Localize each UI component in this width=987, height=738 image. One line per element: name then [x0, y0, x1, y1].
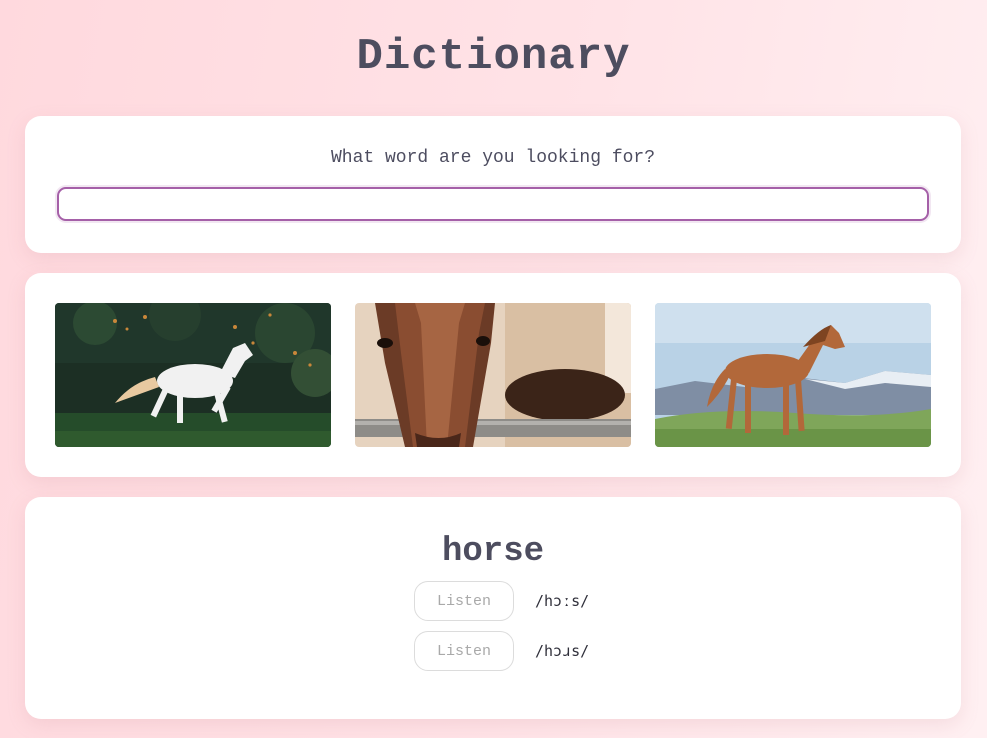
search-card: What word are you looking for?: [25, 116, 961, 253]
search-prompt: What word are you looking for?: [330, 148, 656, 168]
phonetic-text: /hɔːs/: [535, 592, 590, 610]
white-horse-photo: [55, 303, 331, 447]
page-title: Dictionary: [356, 32, 631, 82]
listen-button[interactable]: Listen: [414, 631, 514, 671]
search-input[interactable]: [57, 187, 929, 221]
word-heading: horse: [441, 533, 545, 571]
horse-head-photo: [355, 303, 631, 447]
images-card: [25, 273, 961, 477]
phonetic-text: /hɔɹs/: [535, 642, 590, 660]
brown-horse-photo: [655, 303, 931, 447]
word-card: horse Listen /hɔːs/ Listen /hɔɹs/: [25, 497, 961, 719]
phonetic-row: Listen /hɔːs/: [414, 581, 589, 621]
phonetic-row: Listen /hɔɹs/: [414, 631, 589, 671]
listen-button[interactable]: Listen: [414, 581, 514, 621]
